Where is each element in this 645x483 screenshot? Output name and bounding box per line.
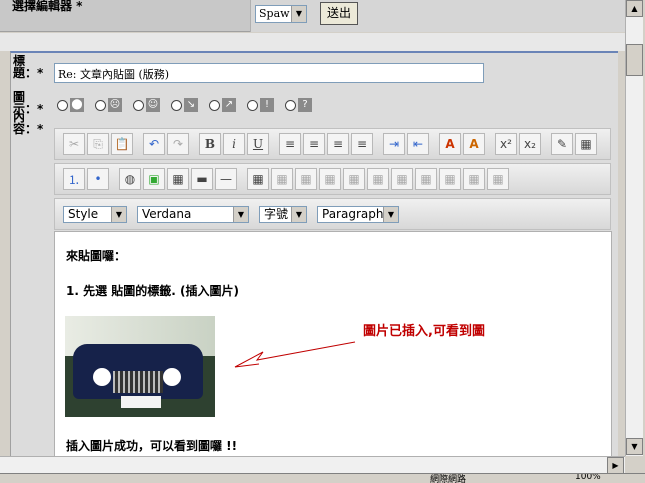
content-line: 來貼圖囉： — [66, 249, 127, 263]
arrow-up-right-icon: ↗ — [222, 98, 236, 112]
split-horizontal-icon[interactable]: ▦ — [463, 168, 485, 190]
ordered-list-icon[interactable]: ⒈ — [63, 168, 85, 190]
merge-down-icon[interactable]: ▦ — [439, 168, 461, 190]
font-select[interactable]: Verdana ▼ — [137, 205, 249, 223]
post-form: 標題：* Re: 文章內貼圖 (版務) 圖示：* ⬤ ☹ ☺ ↘ ↗ ! ? 內… — [10, 51, 618, 463]
chevron-down-icon[interactable]: ▼ — [291, 6, 306, 22]
internet-zone: 網際網路 — [430, 475, 467, 483]
smile-icon: ☺ — [146, 98, 160, 112]
horizontal-scrollbar[interactable]: ▶ — [0, 456, 625, 474]
bullet-list-icon[interactable]: • — [87, 168, 109, 190]
chevron-down-icon[interactable]: ▼ — [383, 206, 398, 222]
editor-selector-strip: 選擇編輯器 * Spaw ▼ 送出 — [0, 0, 625, 32]
vertical-scrollbar[interactable]: ▲ ▼ — [625, 0, 643, 456]
delete-column-icon[interactable]: ▦ — [391, 168, 413, 190]
table-insert-icon[interactable]: ▦ — [247, 168, 269, 190]
icon-radio[interactable] — [247, 99, 258, 111]
frown-icon: ☹ — [108, 98, 122, 112]
delete-row-icon[interactable]: ▦ — [343, 168, 365, 190]
align-left-icon[interactable]: ≡ — [279, 133, 301, 155]
editor-toolbar-row1: ✂ ⎘ 📋 ↶ ↷ B i U ≡ ≡ ≡ ≡ ⇥ ⇤ A A x² x₂ ✎ … — [54, 128, 611, 160]
horizontal-rule-icon[interactable]: — — [215, 168, 237, 190]
copy-icon[interactable]: ⎘ — [87, 133, 109, 155]
insert-column-icon[interactable]: ▦ — [367, 168, 389, 190]
scroll-right-icon[interactable]: ▶ — [607, 457, 624, 474]
style-select[interactable]: Style ▼ — [63, 205, 127, 223]
bold-button[interactable]: B — [199, 133, 221, 155]
content-line: 1. 先選 貼圖的標籤. (插入圖片) — [66, 284, 239, 298]
editor-label: 選擇編輯器 * — [12, 0, 83, 13]
title-input[interactable]: Re: 文章內貼圖 (版務) — [54, 63, 484, 83]
icon-radio[interactable] — [171, 99, 182, 111]
undo-icon[interactable]: ↶ — [143, 133, 165, 155]
subscript-icon[interactable]: x₂ — [519, 133, 541, 155]
cut-icon[interactable]: ✂ — [63, 133, 85, 155]
image-gallery-icon[interactable]: ▦ — [167, 168, 189, 190]
chevron-down-icon[interactable]: ▼ — [233, 206, 248, 222]
scroll-up-icon[interactable]: ▲ — [626, 0, 643, 17]
chevron-down-icon[interactable]: ▼ — [111, 206, 126, 222]
image-properties-icon[interactable]: ▬ — [191, 168, 213, 190]
editor-toolbar-row2: ⒈ • ◍ ▣ ▦ ▬ — ▦ ▦ ▦ ▦ ▦ ▦ ▦ ▦ ▦ ▦ ▦ — [54, 163, 611, 195]
scroll-thumb[interactable] — [626, 44, 643, 76]
redo-icon[interactable]: ↷ — [167, 133, 189, 155]
image-icon[interactable]: ▣ — [143, 168, 165, 190]
outdent-icon[interactable]: ⇤ — [407, 133, 429, 155]
link-icon[interactable]: ◍ — [119, 168, 141, 190]
italic-button[interactable]: i — [223, 133, 245, 155]
circle-icon: ⬤ — [70, 98, 84, 112]
split-vertical-icon[interactable]: ▦ — [487, 168, 509, 190]
editor-content[interactable]: 來貼圖囉： 1. 先選 貼圖的標籤. (插入圖片) 圖片已插入,可看到圖 插入圖… — [54, 231, 612, 463]
zoom-level[interactable]: 100% — [575, 474, 601, 482]
content-label: 內容：* — [13, 110, 44, 136]
title-label: 標題：* — [13, 54, 44, 80]
question-icon: ? — [298, 98, 312, 112]
icon-radio[interactable] — [133, 99, 144, 111]
arrow-annotation-icon — [234, 341, 356, 368]
table-properties-icon[interactable]: ▦ — [271, 168, 293, 190]
font-color-icon[interactable]: A — [439, 133, 461, 155]
icon-radio[interactable] — [95, 99, 106, 111]
spacer — [0, 33, 625, 51]
status-bar: 網際網路 100% — [0, 473, 645, 483]
align-center-icon[interactable]: ≡ — [303, 133, 325, 155]
icon-radio[interactable] — [209, 99, 220, 111]
icon-radio-group: ⬤ ☹ ☺ ↘ ↗ ! ? — [57, 98, 323, 112]
paste-icon[interactable]: 📋 — [111, 133, 133, 155]
insert-row-icon[interactable]: ▦ — [319, 168, 341, 190]
scroll-down-icon[interactable]: ▼ — [626, 438, 643, 455]
inserted-car-image[interactable] — [65, 316, 215, 417]
paragraph-select[interactable]: Paragraph ▼ — [317, 205, 399, 223]
cell-properties-icon[interactable]: ▦ — [295, 168, 317, 190]
merge-right-icon[interactable]: ▦ — [415, 168, 437, 190]
underline-button[interactable]: U — [247, 133, 269, 155]
content-line: 插入圖片成功，可以看到圖囉 !! — [66, 439, 238, 453]
chevron-down-icon[interactable]: ▼ — [291, 206, 306, 222]
icon-radio[interactable] — [285, 99, 296, 111]
icon-radio[interactable] — [57, 99, 68, 111]
align-right-icon[interactable]: ≡ — [327, 133, 349, 155]
indent-icon[interactable]: ⇥ — [383, 133, 405, 155]
table-borders-icon[interactable]: ▦ — [575, 133, 597, 155]
editor-select[interactable]: Spaw ▼ — [255, 5, 307, 23]
editor-toolbar-row3: Style ▼ Verdana ▼ 字號 ▼ Paragraph ▼ — [54, 198, 611, 230]
submit-button[interactable]: 送出 — [320, 2, 358, 25]
justify-icon[interactable]: ≡ — [351, 133, 373, 155]
arrow-down-right-icon: ↘ — [184, 98, 198, 112]
superscript-icon[interactable]: x² — [495, 133, 517, 155]
edit-html-icon[interactable]: ✎ — [551, 133, 573, 155]
exclamation-icon: ! — [260, 98, 274, 112]
annotation-note: 圖片已插入,可看到圖 — [363, 324, 485, 339]
highlight-icon[interactable]: A — [463, 133, 485, 155]
font-size-select[interactable]: 字號 ▼ — [259, 205, 307, 223]
